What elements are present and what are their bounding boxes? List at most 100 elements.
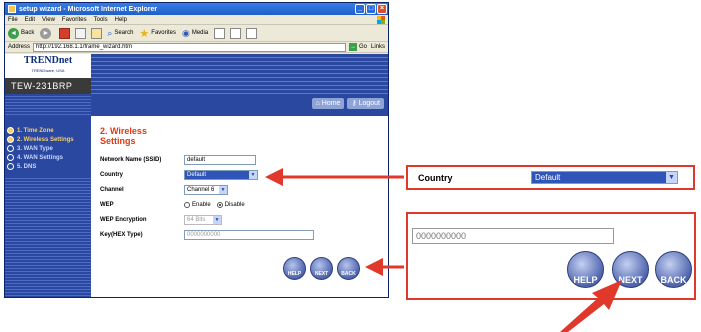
home-label: Home xyxy=(321,100,341,107)
star-icon: ★ xyxy=(139,27,150,40)
step-circle-icon xyxy=(7,154,14,161)
sidebar-stripes-lower xyxy=(5,176,91,297)
key-input[interactable]: 0000000000 xyxy=(184,229,314,240)
step-check-icon xyxy=(7,136,14,143)
chevron-down-icon: ▼ xyxy=(219,185,227,194)
sidebar-stripes xyxy=(5,94,91,116)
logout-label: Logout xyxy=(358,100,380,107)
key-icon: ⚷ xyxy=(351,100,357,107)
menu-view[interactable]: View xyxy=(42,17,55,23)
stop-icon[interactable] xyxy=(59,27,71,39)
step-check-icon xyxy=(7,127,14,134)
logo-text: TRENDnet xyxy=(23,55,73,66)
wep-disable-radio[interactable] xyxy=(216,201,223,208)
wep-disable-label: Disable xyxy=(224,201,245,208)
refresh-icon[interactable] xyxy=(75,27,87,39)
chevron-down-icon: ▼ xyxy=(213,215,221,224)
channel-select[interactable]: Channel 6 ▼ xyxy=(184,184,228,195)
go-label: Go xyxy=(358,44,367,50)
section-title: 2. Wireless Settings xyxy=(100,126,385,146)
menu-tools[interactable]: Tools xyxy=(94,17,108,23)
forward-button[interactable]: ► xyxy=(40,27,53,39)
step-time-zone[interactable]: 1. Time Zone xyxy=(7,126,91,135)
media-label: Media xyxy=(191,30,209,36)
back-label: Back xyxy=(21,30,35,36)
maximize-button[interactable]: □ xyxy=(366,4,376,14)
step-dns[interactable]: 5. DNS xyxy=(7,162,91,171)
step-label: 3. WAN Type xyxy=(17,145,53,152)
menu-favorites[interactable]: Favorites xyxy=(62,17,87,23)
menu-help[interactable]: Help xyxy=(115,17,127,23)
back-button[interactable]: ◄ Back xyxy=(8,27,35,39)
media-icon: ◉ xyxy=(181,27,190,38)
mail-icon[interactable] xyxy=(230,27,242,39)
wep-enable-radio[interactable] xyxy=(184,201,190,208)
ssid-input[interactable]: default xyxy=(184,154,256,165)
step-wireless-settings[interactable]: 2. Wireless Settings xyxy=(7,135,91,144)
back-arrow-icon: ◄ xyxy=(8,27,19,39)
step-circle-icon xyxy=(7,163,14,170)
key-callout: 0000000000 HELP NEXT BACK xyxy=(406,212,696,300)
step-wan-settings[interactable]: 4. WAN Settings xyxy=(7,153,91,162)
country-row: Country Default ▼ xyxy=(100,167,385,182)
menu-file[interactable]: File xyxy=(8,17,18,23)
channel-row: Channel Channel 6 ▼ xyxy=(100,182,385,197)
back-button[interactable]: BACK xyxy=(337,257,360,280)
media-button[interactable]: ◉ Media xyxy=(182,28,208,39)
toolbar: ◄ Back ► ⌕ Search ★ Favorites ◉ Media xyxy=(5,25,388,42)
left-sidebar: TRENDnet TRENDware, USA TEW-231BRP 1. Ti… xyxy=(5,54,91,297)
callout-next-button[interactable]: NEXT xyxy=(612,251,649,288)
step-wan-type[interactable]: 3. WAN Type xyxy=(7,144,91,153)
minimize-button[interactable]: _ xyxy=(355,4,365,14)
country-callout: Country Default ▼ xyxy=(406,165,695,190)
wep-radio-group: Enable Disable xyxy=(184,201,251,208)
title-bar: setup wizard - Microsoft Internet Explor… xyxy=(5,3,388,15)
links-label[interactable]: Links xyxy=(371,44,385,50)
wireless-settings-form: 2. Wireless Settings Network Name (SSID)… xyxy=(100,126,385,242)
section-title-line2: Settings xyxy=(100,136,136,146)
callout-help-button[interactable]: HELP xyxy=(567,251,604,288)
model-label: TEW-231BRP xyxy=(5,78,91,94)
encryption-select[interactable]: 64 Bits ▼ xyxy=(184,214,222,225)
country-label: Country xyxy=(100,171,123,178)
home-icon[interactable] xyxy=(91,27,103,39)
callout-key-input[interactable]: 0000000000 xyxy=(412,228,614,244)
section-title-line1: 2. Wireless xyxy=(100,126,147,136)
channel-label: Channel xyxy=(100,186,124,193)
address-label: Address xyxy=(8,44,31,50)
ssid-label: Network Name (SSID) xyxy=(100,156,162,163)
forward-arrow-icon: ► xyxy=(40,27,52,39)
step-label: 4. WAN Settings xyxy=(17,154,64,161)
close-button[interactable]: × xyxy=(377,4,387,14)
step-circle-icon xyxy=(7,145,14,152)
menu-bar: File Edit View Favorites Tools Help xyxy=(5,15,388,25)
step-label: 1. Time Zone xyxy=(17,127,54,134)
window-title: setup wizard - Microsoft Internet Explor… xyxy=(19,5,158,13)
address-input[interactable]: http://192.168.1.1/frame_wizard.htm xyxy=(33,42,346,52)
encryption-row: WEP Encryption 64 Bits ▼ xyxy=(100,212,385,227)
history-icon[interactable] xyxy=(214,27,226,39)
chevron-down-icon: ▼ xyxy=(249,170,257,179)
key-row: Key(HEX Type) 0000000000 xyxy=(100,227,385,242)
next-button[interactable]: NEXT xyxy=(310,257,333,280)
wizard-steps: 1. Time Zone 2. Wireless Settings 3. WAN… xyxy=(7,126,91,171)
ssid-row: Network Name (SSID) default xyxy=(100,152,385,167)
favorites-button[interactable]: ★ Favorites xyxy=(139,27,176,40)
header-nav: ⌂ Home ⚷ Logout xyxy=(309,98,384,109)
search-label: Search xyxy=(114,30,134,36)
help-button[interactable]: HELP xyxy=(283,257,306,280)
logo-tagline: TRENDware, USA xyxy=(31,68,65,73)
logout-link[interactable]: ⚷ Logout xyxy=(347,98,384,109)
go-button[interactable]: → Go xyxy=(348,43,367,51)
search-button[interactable]: ⌕ Search xyxy=(107,28,133,39)
home-link[interactable]: ⌂ Home xyxy=(311,98,345,109)
country-select[interactable]: Default ▼ xyxy=(184,169,258,180)
wep-enable-label: Enable xyxy=(192,201,211,208)
menu-edit[interactable]: Edit xyxy=(25,17,35,23)
step-label: 5. DNS xyxy=(17,163,37,170)
callout-back-button[interactable]: BACK xyxy=(655,251,692,288)
country-value: Default xyxy=(185,170,249,179)
callout-country-select[interactable]: Default ▼ xyxy=(531,171,678,184)
print-icon[interactable] xyxy=(246,27,258,39)
go-arrow-icon: → xyxy=(348,43,357,51)
